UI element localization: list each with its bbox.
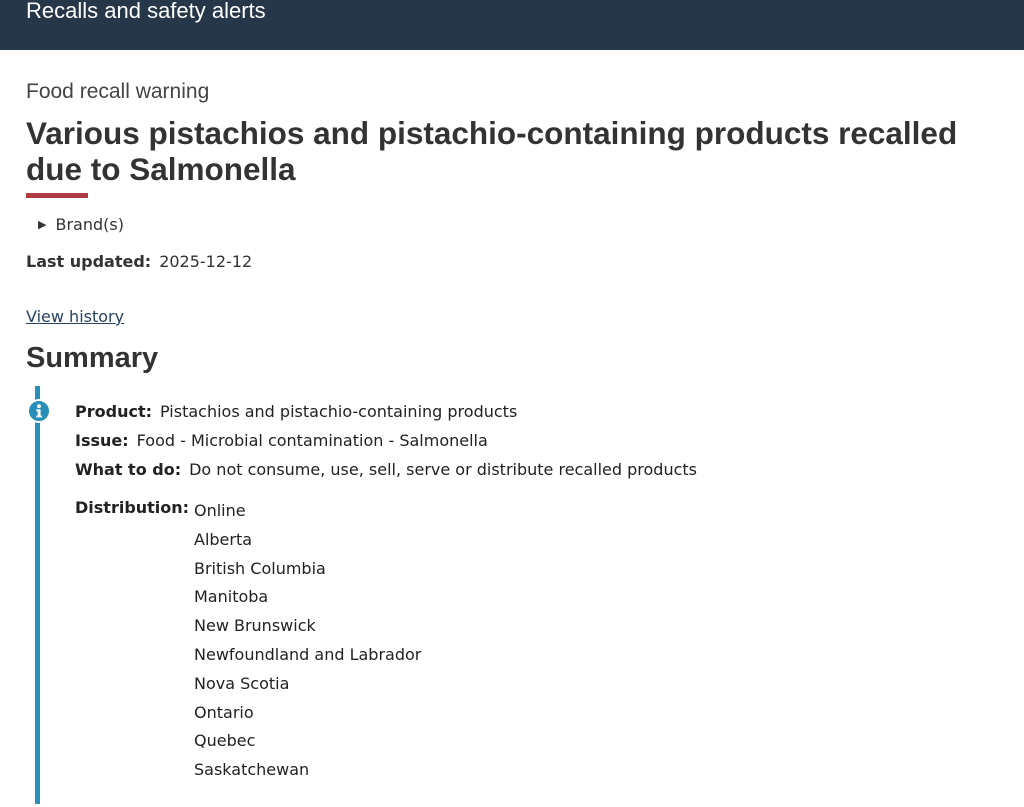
distribution-item: British Columbia [194,558,326,578]
view-history-link[interactable]: View history [26,306,124,328]
distribution-label: Distribution: [75,498,190,517]
section-title[interactable]: Recalls and safety alerts [26,0,266,26]
info-icon [27,399,51,423]
what-to-do-label: What to do: [75,460,182,479]
top-banner: Recalls and safety alerts [0,0,1024,50]
title-underline [26,193,88,198]
distribution-item: New Brunswick [194,616,316,636]
product-label: Product: [75,402,152,421]
distribution-item: Ontario [194,702,254,722]
distribution-item: Online [194,501,246,520]
last-updated: Last updated: 2025-12-12 [26,251,252,273]
what-to-do-value: Do not consume, use, sell, serve or dist… [189,460,697,479]
page-title: Various pistachios and pistachio-contain… [26,115,958,187]
last-updated-value: 2025-12-12 [159,252,253,271]
brands-disclosure-label: Brand(s) [55,215,124,234]
what-to-do-row: What to do: Do not consume, use, sell, se… [75,459,697,481]
triangle-right-icon: ▶ [38,218,47,231]
distribution-item: Manitoba [194,587,269,607]
distribution-item: Nova Scotia [194,673,290,693]
distribution-list: Online Alberta British Columbia Manitoba… [194,497,421,785]
issue-label: Issue: [75,431,129,450]
issue-row: Issue: Food - Microbial contamination - S… [75,430,488,452]
summary-accent-bar [35,386,40,804]
distribution-item: Alberta [194,529,253,549]
distribution-item: Newfoundland and Labrador [194,644,422,664]
last-updated-label: Last updated: [26,252,152,271]
distribution-item: Saskatchewan [194,760,310,780]
product-row: Product: Pistachios and pistachio-contain… [75,401,517,423]
product-value: Pistachios and pistachio-containing prod… [159,402,518,421]
recall-type-label: Food recall warning [26,80,210,103]
distribution-item: Quebec [194,731,256,751]
brands-disclosure[interactable]: ▶ Brand(s) [38,214,124,236]
issue-value: Food - Microbial contamination - Salmone… [136,431,488,450]
summary-heading: Summary [26,342,159,374]
